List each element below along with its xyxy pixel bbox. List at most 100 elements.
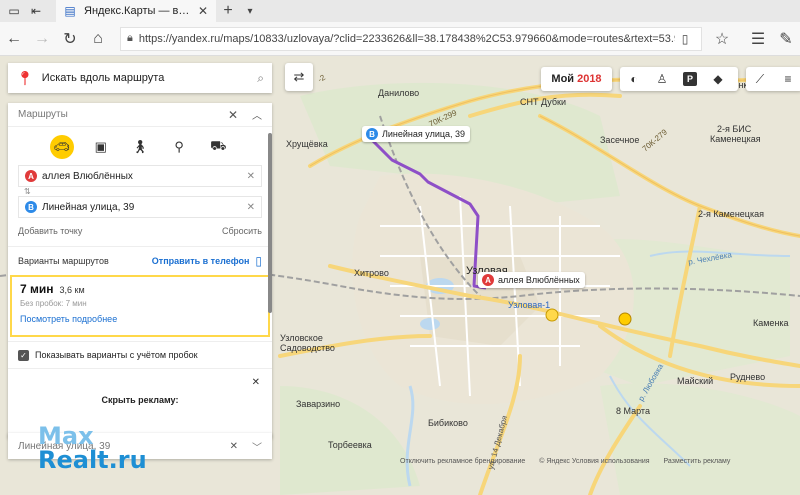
point-b-value: Линейная улица, 39 xyxy=(42,201,135,213)
point-b-badge: B xyxy=(25,201,37,213)
label-zasechnoe: Засечное xyxy=(600,135,640,145)
pin-b-letter: B xyxy=(366,128,378,140)
close-bottom-icon[interactable]: ✕ xyxy=(230,441,238,452)
reset-button[interactable]: Сбросить xyxy=(222,226,262,236)
print-icon[interactable]: ≡ xyxy=(774,67,800,91)
label-torbeevka: Торбеевка xyxy=(328,440,372,450)
label-bis: 2-я БИС xyxy=(717,124,752,134)
taxi-mode-icon[interactable]: ⛟ xyxy=(206,135,230,159)
lock-icon: 🔒︎ xyxy=(127,32,133,44)
traffic-icon[interactable]: ◐ xyxy=(620,67,648,91)
search-input[interactable]: Искать вдоль маршрута xyxy=(42,72,257,84)
phone-icon[interactable]: ▯ xyxy=(255,254,262,268)
tab-title: Яндекс.Карты — выбир xyxy=(84,5,196,17)
disable-branding-link[interactable]: Отключить рекламное брендирование xyxy=(400,458,525,465)
ads-block: ✕ Скрыть рекламу: xyxy=(8,369,272,417)
route-swap-icon: ⇄ xyxy=(293,69,305,84)
tab-list-icon[interactable]: ▭ xyxy=(6,4,22,18)
label-maysky: Майский xyxy=(677,376,714,386)
bike-mode-icon[interactable]: ⚲ xyxy=(167,135,191,159)
my-2018-button[interactable]: Мой 2018 xyxy=(541,67,612,91)
browser-nav-bar: ← → ↻ ⌂ 🔒︎ https://yandex.ru/maps/10833/… xyxy=(0,22,800,56)
layers-icon[interactable]: ◆ xyxy=(704,67,732,91)
address-text: https://yandex.ru/maps/10833/uzlovaya/?c… xyxy=(138,32,675,45)
label-uzlovskoe: Узловское xyxy=(280,333,323,343)
browser-tab-bar: ▭ ⇤ ▤ Яндекс.Карты — выбир ✕ + ▾ xyxy=(0,0,800,22)
map-copyright: Отключить рекламное брендирование © Янде… xyxy=(400,458,742,465)
page-icon: ▤ xyxy=(64,4,76,18)
hide-ads-label[interactable]: Скрыть рекламу: xyxy=(8,395,272,405)
favorites-list-icon[interactable]: ☰ xyxy=(744,25,772,53)
label-kamenka: Каменка xyxy=(753,318,789,328)
pin-a-letter: A xyxy=(482,274,494,286)
copyright-terms[interactable]: © Яндекс Условия использования xyxy=(539,458,649,465)
ruler-icon[interactable]: ⟋ xyxy=(746,67,774,91)
bus-mode-icon[interactable]: ▣ xyxy=(89,135,113,159)
clear-b-icon[interactable]: ✕ xyxy=(247,202,255,213)
label-kamenetskaya: Каменецкая xyxy=(710,134,761,144)
pin-a-label: аллея Влюблённых xyxy=(498,275,580,285)
forward-icon[interactable]: → xyxy=(28,25,56,53)
tab-back-icon[interactable]: ⇤ xyxy=(28,4,44,18)
address-bar[interactable]: 🔒︎ https://yandex.ru/maps/10833/uzlovaya… xyxy=(120,26,702,51)
routes-panel: Маршруты ✕ ︿ 🚗︎ ▣ 🚶︎ ⚲ ⛟ A аллея Влюблён… xyxy=(8,103,272,438)
route-details-link[interactable]: Посмотреть подробнее xyxy=(20,314,260,324)
close-tab-icon[interactable]: ✕ xyxy=(196,4,210,18)
tab-menu-chevron-icon[interactable]: ▾ xyxy=(240,6,260,17)
traffic-option-label: Показывать варианты с учётом пробок xyxy=(35,350,198,360)
transport-modes: 🚗︎ ▣ 🚶︎ ⚲ ⛟ xyxy=(8,127,272,165)
label-kamen2: 2-я Каменецкая xyxy=(698,209,764,219)
car-mode-icon[interactable]: 🚗︎ xyxy=(49,135,74,159)
label-sadovodstvo: Садоводство xyxy=(280,343,335,353)
add-point-button[interactable]: Добавить точку xyxy=(18,226,82,236)
tab-nav-icons: ▭ ⇤ xyxy=(0,0,56,22)
send-to-phone-link[interactable]: Отправить в телефон xyxy=(152,256,250,266)
tab-yandex-maps[interactable]: ▤ Яндекс.Карты — выбир ✕ xyxy=(56,0,216,22)
my-2018-year: 2018 xyxy=(577,73,602,85)
point-a-badge: A xyxy=(25,170,37,182)
home-icon[interactable]: ⌂ xyxy=(84,25,112,53)
close-ads-icon[interactable]: ✕ xyxy=(252,377,260,388)
favorite-star-icon[interactable]: ☆ xyxy=(708,25,736,53)
point-a-field[interactable]: A аллея Влюблённых ✕ xyxy=(18,165,262,187)
label-snt: СНТ Дубки xyxy=(520,97,567,107)
back-icon[interactable]: ← xyxy=(0,25,28,53)
panorama-icon[interactable]: ♙ xyxy=(648,67,676,91)
label-march8: 8 Марта xyxy=(616,406,650,416)
my-2018-label: Мой xyxy=(551,73,575,85)
clear-a-icon[interactable]: ✕ xyxy=(247,171,255,182)
route-no-traffic: Без пробок: 7 мин xyxy=(20,299,87,308)
label-khitrovo: Хитрово xyxy=(354,268,389,278)
watermark-line2: Realt.ru xyxy=(38,446,147,474)
traffic-option-row[interactable]: ✓ Показывать варианты с учётом пробок xyxy=(8,341,272,369)
routes-title: Маршруты xyxy=(18,109,68,120)
advertise-link[interactable]: Разместить рекламу xyxy=(663,458,730,465)
reading-view-icon[interactable]: ▯ xyxy=(675,28,695,50)
expand-chevron-icon[interactable]: ﹀ xyxy=(252,439,262,454)
close-routes-icon[interactable]: ✕ xyxy=(228,108,238,122)
parking-icon[interactable]: P xyxy=(676,67,704,91)
route-option-card[interactable]: 7 мин 3,6 км Без пробок: 7 мин Посмотреть… xyxy=(10,275,270,337)
point-a-value: аллея Влюблённых xyxy=(42,170,133,182)
route-search-bar[interactable]: 📍︎ Искать вдоль маршрута ⌕ xyxy=(8,63,272,93)
label-danilovo: Данилово xyxy=(378,88,420,98)
label-zavarzino: Заварзино xyxy=(296,399,341,409)
pin-a-marker[interactable]: A аллея Влюблённых xyxy=(478,272,585,288)
traffic-checkbox[interactable]: ✓ xyxy=(18,349,29,361)
watermark-line1: Max xyxy=(38,422,94,450)
search-icon[interactable]: ⌕ xyxy=(257,71,264,86)
pin-b-marker[interactable]: B Линейная улица, 39 xyxy=(362,126,471,142)
route-distance: 3,6 км xyxy=(59,285,85,295)
yandex-pin-icon: 📍︎ xyxy=(16,69,34,86)
pin-b-label: Линейная улица, 39 xyxy=(382,129,466,139)
swap-points-icon[interactable]: ⇅ xyxy=(24,187,272,196)
collapse-chevron-icon[interactable]: ︿ xyxy=(252,107,262,122)
panel-scrollbar[interactable] xyxy=(268,133,272,313)
new-tab-icon[interactable]: + xyxy=(216,2,240,20)
point-b-field[interactable]: B Линейная улица, 39 ✕ xyxy=(18,196,262,218)
pen-icon[interactable]: ✎ xyxy=(772,25,800,53)
reload-icon[interactable]: ↻ xyxy=(56,25,84,53)
map-layers-toolbar: ◐ ♙ P ◆ xyxy=(620,67,738,91)
walk-mode-icon[interactable]: 🚶︎ xyxy=(128,135,152,159)
route-toggle-button[interactable]: ⇄ xyxy=(285,63,313,91)
